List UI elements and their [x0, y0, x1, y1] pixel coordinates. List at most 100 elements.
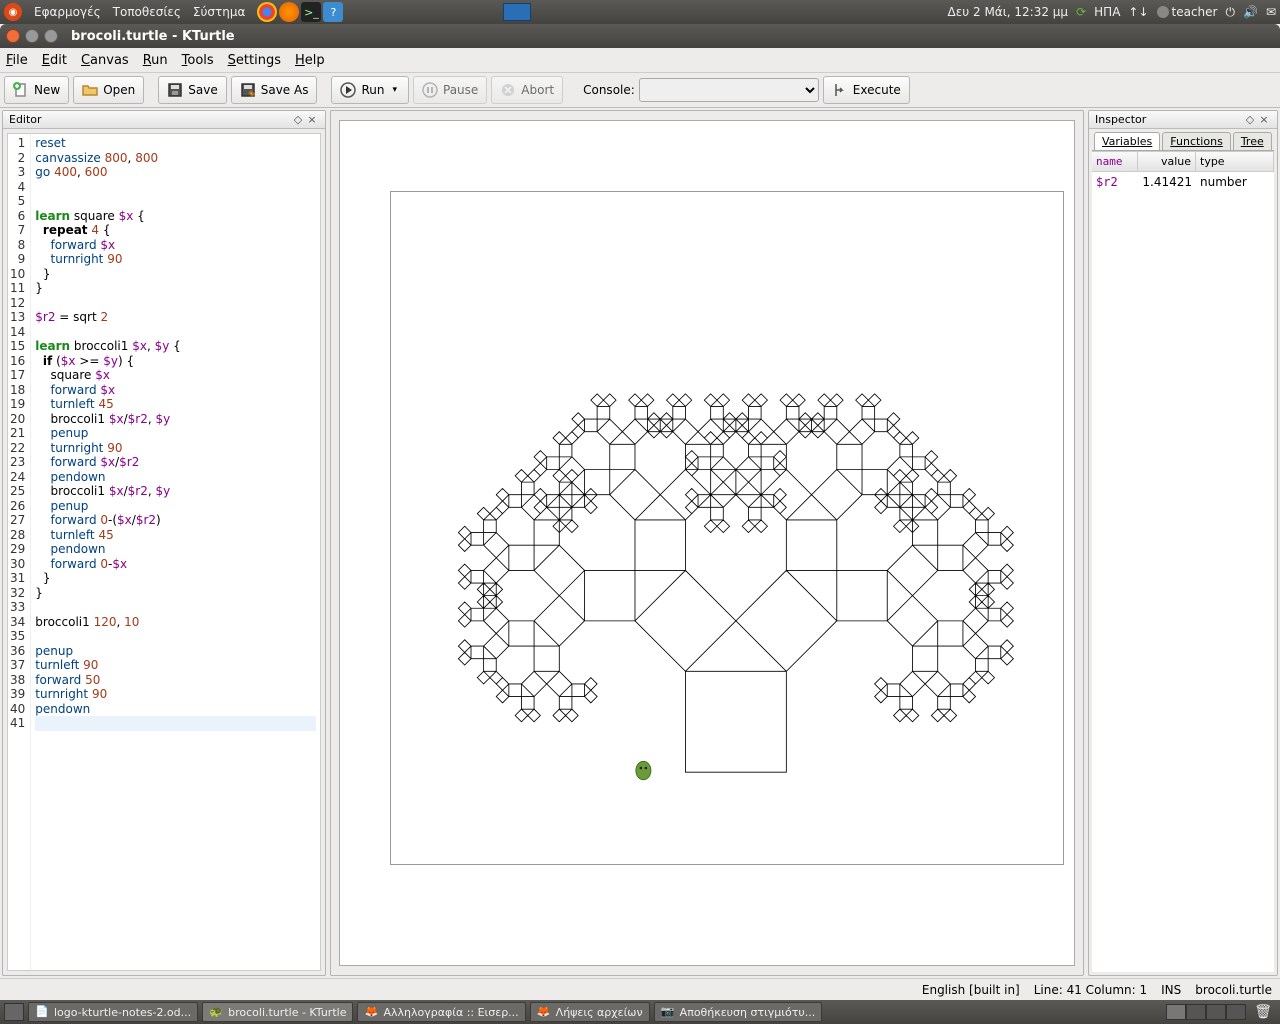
network-icon[interactable]: ↑↓ [1128, 5, 1148, 19]
workspace-pager[interactable] [1166, 1004, 1246, 1020]
run-button[interactable]: Run ▾ [331, 76, 409, 104]
table-header: name value type [1092, 152, 1274, 172]
open-label: Open [103, 83, 135, 97]
pause-button[interactable]: Pause [413, 76, 487, 104]
menu-edit[interactable]: Edit [42, 53, 67, 68]
menubar: File Edit Canvas Run Tools Settings Help [0, 48, 1280, 72]
new-file-icon [13, 82, 29, 98]
panel-app-icon[interactable] [503, 3, 531, 21]
status-mode: INS [1161, 983, 1181, 997]
statusbar: English [built in] Line: 41 Column: 1 IN… [0, 978, 1280, 1000]
variables-table: name value type $r2 1.41421 number [1092, 151, 1274, 972]
console-combobox[interactable] [639, 78, 819, 102]
window-minimize-icon[interactable] [25, 29, 39, 43]
task-item[interactable]: 🦊Λήψεις αρχείων [530, 1002, 650, 1022]
update-icon[interactable]: ⟳ [1076, 5, 1086, 19]
menu-help[interactable]: Help [295, 53, 325, 68]
line-gutter: 1234567891011121314151617181920212223242… [8, 134, 31, 970]
folder-open-icon [82, 82, 98, 98]
abort-icon [500, 82, 516, 98]
save-label: Save [188, 83, 217, 97]
execute-label: Execute [853, 83, 901, 97]
tab-tree[interactable]: Tree [1233, 132, 1272, 150]
editor-undock-icon[interactable]: ◇ [291, 113, 305, 126]
task-icon: 📄 [35, 1005, 49, 1019]
task-item[interactable]: 🐢brocoli.turtle - KTurtle [202, 1002, 353, 1022]
system-menu[interactable]: Σύστημα [193, 5, 246, 19]
user-icon[interactable]: teacher [1157, 5, 1218, 19]
saveas-icon [240, 82, 256, 98]
inspector-panel: Inspector ◇ × Variables Functions Tree n… [1088, 110, 1278, 976]
clock[interactable]: Δευ 2 Μάι, 12:32 μμ [948, 5, 1069, 19]
firefox-icon[interactable] [279, 2, 299, 22]
status-lang: English [built in] [922, 983, 1020, 997]
menu-file[interactable]: File [6, 53, 28, 68]
help-icon[interactable]: ? [323, 2, 343, 22]
canvas-drawing-area [390, 191, 1065, 866]
chrome-icon[interactable] [257, 2, 277, 22]
menu-settings[interactable]: Settings [228, 53, 281, 68]
task-item[interactable]: 🦊Αλληλογραφία :: Εισερ... [357, 1002, 525, 1022]
taskbar: 📄 logo-kturtle-notes-2.od... 🐢brocoli.turt… [0, 1000, 1280, 1024]
inspector-body: Variables Functions Tree name value type… [1092, 132, 1274, 972]
editor-title: Editor [9, 113, 42, 126]
tab-variables[interactable]: Variables [1094, 132, 1160, 150]
code-editor[interactable]: 1234567891011121314151617181920212223242… [7, 133, 321, 971]
task-icon: 🦊 [537, 1005, 551, 1019]
inspector-tabs: Variables Functions Tree [1092, 132, 1274, 151]
execute-icon [832, 82, 848, 98]
menu-canvas[interactable]: Canvas [81, 53, 129, 68]
tab-functions[interactable]: Functions [1162, 132, 1231, 150]
volume-icon[interactable]: 🔊 [1243, 5, 1258, 19]
run-dropdown-icon[interactable]: ▾ [389, 85, 400, 95]
main-area: Editor ◇ × 12345678910111213141516171819… [0, 108, 1280, 978]
show-desktop-button[interactable] [4, 1003, 24, 1021]
editor-panel: Editor ◇ × 12345678910111213141516171819… [2, 110, 326, 976]
mail-icon[interactable]: ✉ [1266, 5, 1276, 19]
save-button[interactable]: Save [158, 76, 226, 104]
canvas[interactable] [339, 120, 1076, 967]
abort-button[interactable]: Abort [491, 76, 563, 104]
window-title: brocoli.turtle - KTurtle [71, 29, 235, 44]
inspector-close-icon[interactable]: × [1257, 113, 1271, 126]
terminal-icon[interactable]: >_ [301, 2, 321, 22]
system-tray: Δευ 2 Μάι, 12:32 μμ ⟳ ΗΠΑ ↑↓ teacher ⏻ 🔊… [948, 5, 1276, 20]
execute-button[interactable]: Execute [823, 76, 910, 104]
menu-run[interactable]: Run [143, 53, 168, 68]
inspector-undock-icon[interactable]: ◇ [1243, 113, 1257, 126]
console-label: Console: [583, 83, 635, 97]
toolbar: New Open Save Save As Run ▾ Pause Abort … [0, 72, 1280, 108]
menu-tools[interactable]: Tools [182, 53, 214, 68]
task-label: logo-kturtle-notes-2.od... [54, 1006, 191, 1019]
turtle-output [391, 192, 1064, 865]
pause-icon [422, 82, 438, 98]
trash-icon[interactable]: 🗑 [1254, 1004, 1272, 1020]
inspector-title: Inspector [1095, 113, 1146, 126]
editor-close-icon[interactable]: × [305, 113, 319, 126]
code-area[interactable]: reset canvassize 800, 800 go 400, 600 le… [31, 134, 320, 970]
canvas-column [328, 108, 1086, 978]
task-icon: 📷 [661, 1005, 675, 1019]
task-item[interactable]: 📄 logo-kturtle-notes-2.od... [28, 1002, 198, 1022]
keyboard-indicator[interactable]: ΗΠΑ [1094, 5, 1120, 19]
task-label: Αποθήκευση στιγμιότυ... [680, 1006, 816, 1019]
open-button[interactable]: Open [73, 76, 144, 104]
new-label: New [34, 83, 60, 97]
power-icon[interactable]: ⏻ [1225, 5, 1235, 20]
apps-menu[interactable]: Εφαρμογές [34, 5, 101, 19]
saveas-button[interactable]: Save As [231, 76, 318, 104]
table-row[interactable]: $r2 1.41421 number [1092, 172, 1274, 192]
save-icon [167, 82, 183, 98]
inspector-header: Inspector ◇ × [1089, 111, 1277, 129]
task-label: Αλληλογραφία :: Εισερ... [383, 1006, 518, 1019]
window-maximize-icon[interactable] [44, 29, 58, 43]
ubuntu-logo-icon[interactable]: ◉ [4, 3, 22, 21]
launcher-icons: >_ ? [257, 2, 343, 22]
places-menu[interactable]: Τοποθεσίες [113, 5, 181, 19]
run-label: Run [361, 83, 384, 97]
window-titlebar[interactable]: brocoli.turtle - KTurtle [0, 24, 1280, 48]
pause-label: Pause [443, 83, 478, 97]
new-button[interactable]: New [4, 76, 69, 104]
window-close-icon[interactable] [6, 29, 20, 43]
task-item[interactable]: 📷 Αποθήκευση στιγμιότυ... [654, 1002, 823, 1022]
